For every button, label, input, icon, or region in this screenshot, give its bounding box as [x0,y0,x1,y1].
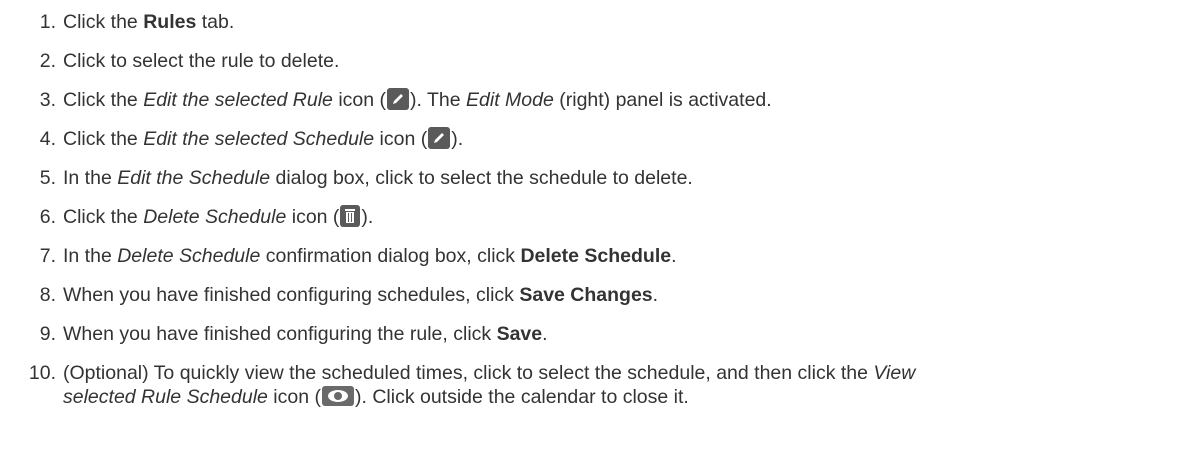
step-10: 10. (Optional) To quickly view the sched… [0,361,1199,413]
trash-icon [340,204,361,227]
delete-schedule-label: Delete Schedule [520,245,672,267]
pencil-icon [387,87,410,110]
step-number: 6. [39,206,56,228]
step-number: 10. [28,362,56,384]
step-text: Click the Delete Schedule icon (). [63,204,374,228]
save-changes-label: Save Changes [519,284,653,306]
step-text: Click the Edit the selected Schedule ico… [63,126,464,150]
step-number: 8. [39,284,56,306]
step-text: When you have finished configuring sched… [63,284,659,306]
step-number: 2. [39,50,56,72]
procedure-steps: 1. Click the Rules tab. 2. Click to sele… [0,0,1199,476]
step-text: In the Edit the Schedule dialog box, cli… [63,167,693,189]
step-number: 4. [39,128,56,150]
step-number: 9. [39,323,56,345]
pencil-icon [428,126,451,149]
step-text: When you have finished configuring the r… [63,323,548,345]
step-text: In the Delete Schedule confirmation dial… [63,245,677,267]
eye-icon [322,385,354,406]
step-number: 1. [39,11,56,33]
step-text: Click the Edit the selected Rule icon ()… [63,87,772,111]
step-number: 3. [39,89,56,111]
step-number: 5. [39,167,56,189]
rules-tab-label: Rules [143,11,197,33]
step-number: 7. [39,245,56,267]
step-text: Click to select the rule to delete. [63,50,340,72]
step-text: (Optional) To quickly view the scheduled… [63,362,916,384]
save-label: Save [496,323,543,345]
step-text: Click the Rules tab. [63,11,235,33]
step-text-continued: selected Rule Schedule icon (). Click ou… [63,385,689,408]
